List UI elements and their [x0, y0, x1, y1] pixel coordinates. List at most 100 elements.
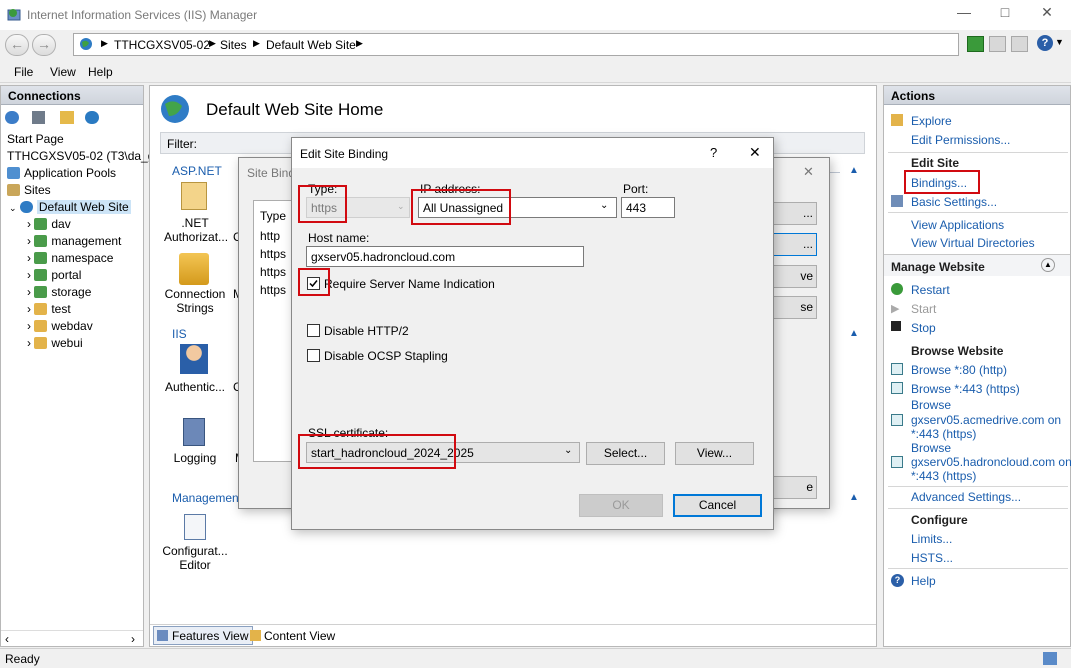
action-browse-acmedrive-line2[interactable]: gxserv05.acmedrive.com on	[911, 413, 1061, 427]
chevron-right-icon[interactable]: ›	[27, 336, 31, 350]
tree-webdav[interactable]: › webdav	[27, 319, 93, 333]
action-restart[interactable]: Restart	[911, 283, 950, 297]
tree-default-web-site[interactable]: ⌄ Default Web Site	[9, 200, 131, 214]
tree-start-page[interactable]: Start Page	[7, 132, 64, 146]
table-row[interactable]: https	[260, 283, 286, 297]
disable-ocsp-label[interactable]: Disable OCSP Stapling	[324, 349, 448, 363]
port-input[interactable]: 443	[621, 197, 675, 218]
tree-app-pools[interactable]: Application Pools	[7, 166, 116, 180]
close-icon[interactable]: ✕	[803, 164, 814, 180]
breadcrumb[interactable]: ▶ TTHCGXSV05-02 ▶ Sites ▶ Default Web Si…	[73, 33, 959, 56]
ssl-select-button[interactable]: Select...	[586, 442, 665, 465]
table-row[interactable]: https	[260, 265, 286, 279]
action-help[interactable]: Help	[911, 574, 936, 588]
chevron-right-icon[interactable]: ›	[27, 251, 31, 265]
action-stop[interactable]: Stop	[911, 321, 936, 335]
dialog-title: Edit Site Binding	[300, 147, 389, 161]
breadcrumb-site[interactable]: Default Web Site	[266, 38, 356, 52]
refresh-icon[interactable]	[967, 36, 984, 52]
feature-authentication[interactable]: Authentic...	[164, 380, 226, 394]
chevron-right-icon[interactable]: ›	[27, 302, 31, 316]
tree-test[interactable]: › test	[27, 302, 71, 316]
chevron-down-icon[interactable]: ⌄	[600, 200, 608, 211]
settings-icon	[891, 195, 903, 207]
menu-file[interactable]: File	[14, 65, 33, 79]
remove-connection-icon[interactable]	[85, 111, 99, 124]
collapse-icon[interactable]: ▲	[849, 328, 859, 339]
action-hsts[interactable]: HSTS...	[911, 551, 953, 565]
table-row[interactable]: https	[260, 247, 286, 261]
close-window-button[interactable]: ✕	[1033, 4, 1061, 26]
chevron-right-icon[interactable]: ›	[27, 319, 31, 333]
tree-management[interactable]: › management	[27, 234, 121, 248]
up-folder-icon[interactable]	[60, 111, 74, 124]
help-icon[interactable]: ?	[1037, 35, 1053, 51]
tree-portal[interactable]: › portal	[27, 268, 81, 282]
forward-button[interactable]: →	[32, 34, 56, 56]
menu-view[interactable]: View	[50, 65, 76, 79]
maximize-button[interactable]: □	[991, 4, 1019, 26]
tree-namespace[interactable]: › namespace	[27, 251, 113, 265]
ssl-view-button[interactable]: View...	[675, 442, 754, 465]
action-view-applications[interactable]: View Applications	[911, 218, 1004, 232]
collapse-icon[interactable]: ▲	[849, 165, 859, 176]
collapse-icon[interactable]: ▲	[849, 492, 859, 503]
dialog-close-button[interactable]: ✕	[749, 144, 761, 161]
action-view-virtual-directories[interactable]: View Virtual Directories	[911, 236, 1035, 250]
action-browse-acmedrive-line3[interactable]: *:443 (https)	[911, 427, 976, 441]
chevron-right-icon[interactable]: ›	[27, 285, 31, 299]
action-browse-hadroncloud-line1[interactable]: Browse	[911, 441, 951, 455]
tree-dav[interactable]: › dav	[27, 217, 71, 231]
chevron-right-icon[interactable]: ›	[27, 234, 31, 248]
tab-features-view[interactable]: Features View	[153, 626, 254, 645]
disable-http2-checkbox[interactable]	[307, 324, 320, 337]
disable-http2-label[interactable]: Disable HTTP/2	[324, 324, 409, 338]
action-browse-hadroncloud-line2[interactable]: gxserv05.hadroncloud.com on	[911, 455, 1071, 469]
host-name-input[interactable]: gxserv05.hadroncloud.com	[306, 246, 584, 267]
action-browse-hadroncloud-line3[interactable]: *:443 (https)	[911, 469, 976, 483]
tree-label: Application Pools	[24, 166, 117, 180]
tree-storage[interactable]: › storage	[27, 285, 91, 299]
action-browse-443[interactable]: Browse *:443 (https)	[911, 382, 1020, 396]
minimize-button[interactable]: —	[950, 4, 978, 26]
home-icon[interactable]	[1011, 36, 1028, 52]
save-icon[interactable]	[32, 111, 45, 124]
disable-ocsp-checkbox[interactable]	[307, 349, 320, 362]
collapse-icon[interactable]: ▲	[1041, 258, 1055, 272]
chevron-down-icon[interactable]: ⌄	[564, 445, 572, 456]
connect-icon[interactable]	[5, 111, 19, 124]
action-edit-permissions[interactable]: Edit Permissions...	[911, 133, 1010, 147]
feature-net-authorization[interactable]: .NET Authorizat...	[164, 216, 228, 244]
breadcrumb-sites[interactable]: Sites	[220, 38, 247, 52]
menu-help[interactable]: Help	[88, 65, 113, 79]
tree-sites[interactable]: Sites	[7, 183, 51, 197]
stop-icon[interactable]	[989, 36, 1006, 52]
chevron-down-icon[interactable]: ▼	[1055, 37, 1064, 47]
action-limits[interactable]: Limits...	[911, 532, 952, 546]
tab-content-view[interactable]: Content View	[248, 626, 339, 645]
column-header-type: Type	[260, 209, 287, 223]
back-button[interactable]: ←	[5, 34, 29, 56]
action-explore[interactable]: Explore	[911, 114, 952, 128]
table-row[interactable]: http	[260, 229, 280, 243]
action-browse-80[interactable]: Browse *:80 (http)	[911, 363, 1007, 377]
scroll-right-icon[interactable]: ›	[131, 632, 135, 646]
address-bar: ← → ▶ TTHCGXSV05-02 ▶ Sites ▶ Default We…	[0, 30, 1071, 61]
chevron-right-icon[interactable]: ›	[27, 217, 31, 231]
feature-connection-strings[interactable]: Connection Strings	[164, 287, 226, 315]
tree-webui[interactable]: › webui	[27, 336, 83, 350]
action-browse-acmedrive-line1[interactable]: Browse	[911, 398, 951, 412]
action-advanced-settings[interactable]: Advanced Settings...	[911, 490, 1021, 504]
feature-configuration-editor[interactable]: Configurat... Editor	[160, 544, 230, 572]
breadcrumb-server[interactable]: TTHCGXSV05-02	[114, 38, 210, 52]
chevron-right-icon[interactable]: ›	[27, 268, 31, 282]
chevron-down-icon[interactable]: ⌄	[9, 203, 17, 213]
sni-label[interactable]: Require Server Name Indication	[324, 277, 495, 291]
horizontal-scrollbar[interactable]: ‹ ›	[1, 630, 143, 646]
feature-logging[interactable]: Logging	[164, 451, 226, 465]
cancel-button[interactable]: Cancel	[673, 494, 762, 517]
scroll-left-icon[interactable]: ‹	[5, 632, 9, 646]
action-basic-settings[interactable]: Basic Settings...	[911, 195, 997, 209]
tree-server[interactable]: TTHCGXSV05-02 (T3\da_ga	[7, 149, 161, 163]
dialog-help-button[interactable]: ?	[710, 145, 717, 160]
